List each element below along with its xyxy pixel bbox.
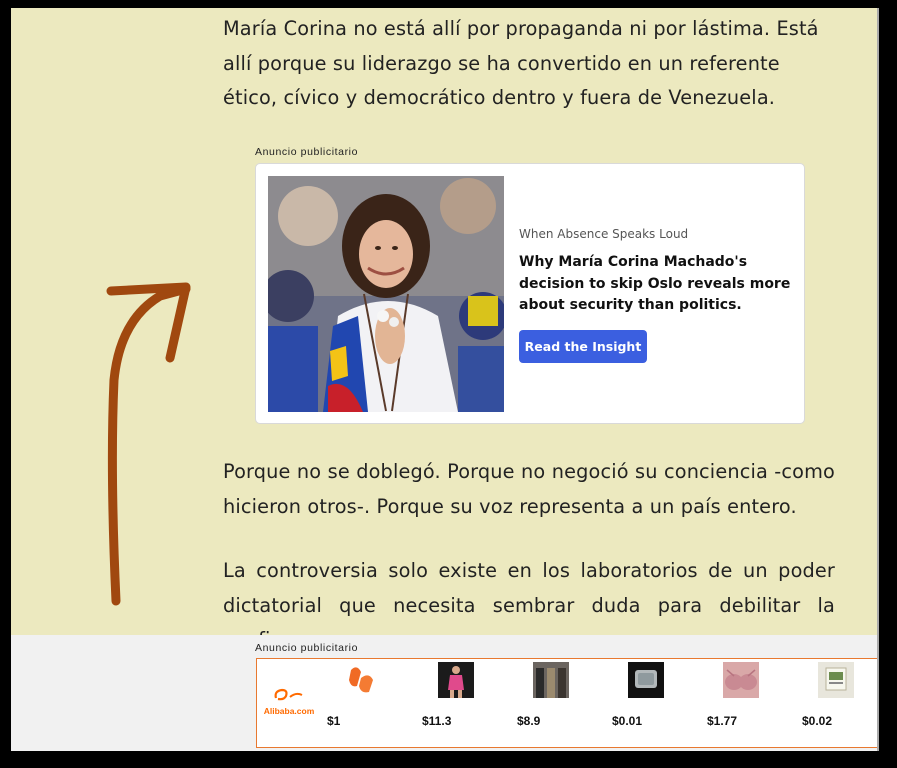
product-price: $0.01 — [612, 714, 643, 728]
ad-headline[interactable]: Why María Corina Machado's decision to s… — [519, 252, 791, 317]
ad-photo[interactable] — [268, 176, 504, 412]
scrollbar[interactable] — [877, 8, 879, 751]
product-price: $0.02 — [802, 714, 833, 728]
clear-case-icon — [628, 662, 664, 698]
product-item[interactable]: $0.01 — [612, 659, 707, 749]
trousers-models-icon — [533, 662, 569, 698]
product-item[interactable]: $8.9 — [517, 659, 612, 749]
bottom-ad-bar: Anuncio publicitario Alibaba.com $1 $11.… — [11, 635, 879, 751]
alibaba-logo-text: Alibaba.com — [263, 706, 315, 716]
product-item[interactable]: $1.77 — [707, 659, 802, 749]
ad-label: Anuncio publicitario — [255, 642, 359, 654]
product-item[interactable]: $0.02 — [802, 659, 879, 749]
product-item[interactable]: $11.3 — [422, 659, 517, 749]
product-price: $1 — [327, 714, 341, 728]
product-price: $11.3 — [422, 714, 452, 728]
browser-viewport: María Corina no está allí por propaganda… — [11, 8, 879, 751]
alibaba-logo-icon — [274, 688, 303, 701]
ad-kicker: When Absence Speaks Loud — [519, 227, 689, 241]
product-price: $1.77 — [707, 714, 738, 728]
product-item[interactable]: $1 — [327, 659, 422, 749]
article-paragraph: Porque no se doblegó. Porque no negoció … — [223, 460, 835, 518]
alibaba-logo[interactable]: Alibaba.com — [263, 687, 315, 716]
read-insight-button[interactable]: Read the Insight — [519, 330, 647, 363]
alibaba-product-strip[interactable]: Alibaba.com $1 $11.3 $8.9 $0.01 $1.77 $0… — [256, 658, 879, 748]
pink-bra-icon — [723, 662, 759, 698]
article-paragraph: María Corina no está allí por propaganda… — [223, 17, 819, 109]
product-price: $8.9 — [517, 714, 541, 728]
pink-outfit-model-icon — [438, 662, 474, 698]
ad-label: Anuncio publicitario — [255, 146, 359, 158]
sponsored-ad-card[interactable]: When Absence Speaks Loud Why María Corin… — [255, 163, 805, 424]
label-sticker-icon — [818, 662, 854, 698]
orange-earplugs-icon — [343, 662, 379, 698]
